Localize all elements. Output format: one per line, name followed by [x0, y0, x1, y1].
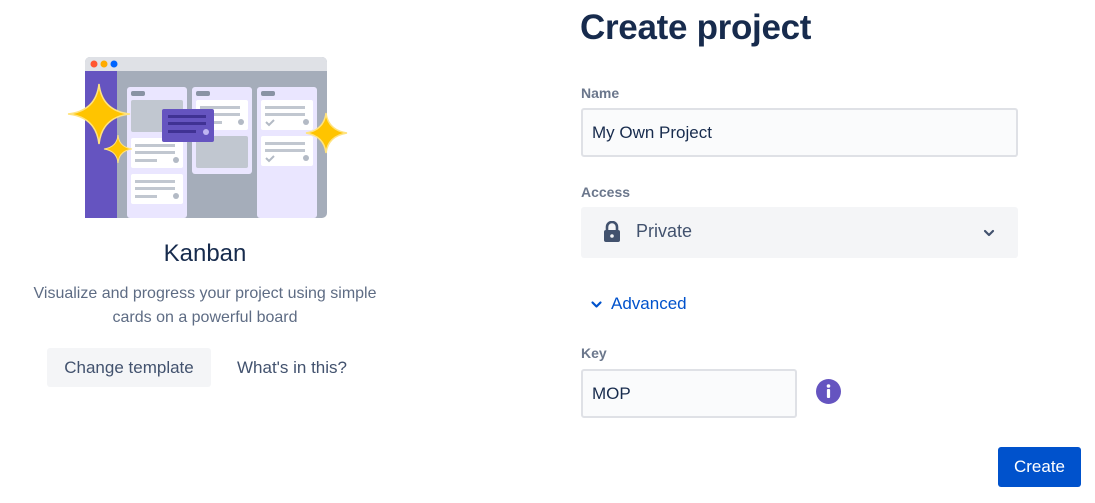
- access-label: Access: [581, 184, 631, 200]
- access-select[interactable]: Private: [581, 207, 1018, 258]
- template-name: Kanban: [163, 240, 247, 267]
- advanced-label: Advanced: [611, 294, 687, 313]
- template-description: Visualize and progress your project usin…: [8, 282, 402, 330]
- change-template-button[interactable]: Change template: [47, 348, 211, 387]
- page-title: Create project: [580, 8, 812, 47]
- template-description-line: cards on a powerful board: [112, 309, 298, 326]
- create-button[interactable]: Create: [998, 447, 1081, 487]
- whats-in-this-button[interactable]: What's in this?: [226, 348, 358, 387]
- info-icon[interactable]: [816, 379, 841, 404]
- key-label: Key: [581, 345, 607, 361]
- lock-icon: [604, 221, 620, 242]
- project-name-input[interactable]: [581, 108, 1018, 157]
- template-description-line: Visualize and progress your project usin…: [33, 285, 377, 302]
- chevron-down-icon: [983, 229, 995, 237]
- chevron-down-icon: [591, 300, 602, 308]
- advanced-toggle[interactable]: Advanced: [590, 292, 687, 316]
- name-label: Name: [581, 85, 620, 101]
- access-select-value: Private: [636, 221, 693, 241]
- template-panel: Kanban Visualize and progress your proje…: [0, 0, 410, 503]
- kanban-illustration: [67, 57, 348, 218]
- project-key-input[interactable]: [581, 369, 797, 418]
